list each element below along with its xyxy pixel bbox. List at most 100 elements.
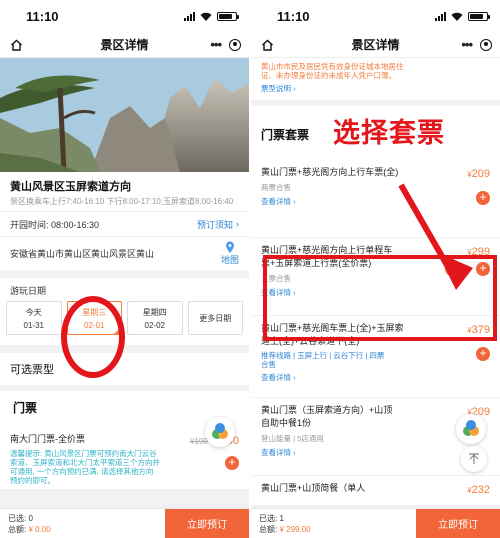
capsule-menu: •••: [210, 37, 241, 52]
package-item[interactable]: 黄山门票+慈光阁车票上(全)+玉屏索道上(全)+云谷索道下(全) 推荐线路 | …: [251, 316, 500, 398]
more-icon[interactable]: •••: [210, 37, 222, 52]
bottom-bar: 已选: 1 总额: ¥ 299.00 立即预订: [251, 508, 500, 538]
ticket-policy-note: 黄山市市民及居民凭有效身份证城本地居住证、未办理身份证的未成年人凭户口簿。 票型…: [251, 58, 500, 100]
package-name: 黄山门票+山顶简餐（单人: [261, 483, 366, 493]
price-value: 209: [471, 168, 490, 180]
order-summary: 已选: 0 总额: ¥ 0.00: [0, 513, 165, 535]
annotation-text: 选择套票: [333, 118, 445, 148]
add-package-button[interactable]: +: [476, 191, 490, 205]
back-to-top-button[interactable]: [461, 446, 487, 472]
add-package-button[interactable]: +: [476, 347, 490, 361]
package-name: 黄山门票+慈光阁方向上行单程车票+玉屏索道上行票(全价票): [261, 245, 393, 268]
service-float-button[interactable]: [456, 414, 486, 444]
map-link[interactable]: 地图: [221, 241, 239, 266]
date-day: 今天: [25, 307, 42, 317]
date-section-label: 游玩日期: [10, 286, 47, 296]
book-now-button[interactable]: 立即预订: [416, 508, 500, 538]
price-value: 379: [471, 324, 490, 336]
package-meta: 登山能量 | 5店通用: [261, 434, 324, 443]
close-mini-program-icon[interactable]: [480, 38, 492, 51]
date-day: 星期四: [142, 307, 167, 317]
price-value: 232: [471, 484, 490, 496]
service-icon: [212, 423, 228, 439]
total-label: 总额:: [8, 524, 27, 534]
mountain-photo: [0, 58, 249, 172]
package-item[interactable]: 黄山门票+慈光阁方向上行车票(全) 两票合售 查看详情 › ¥209 +: [251, 160, 500, 238]
arrow-up-icon: [469, 453, 479, 464]
view-details-link[interactable]: 查看详情 ›: [261, 287, 490, 298]
ticket-name: 南大门门票-全价票: [10, 434, 85, 444]
address: 安徽省黄山市黄山区黄山风景区黄山: [10, 249, 155, 259]
date-value: 02-01: [84, 320, 105, 330]
status-time: 11:10: [277, 8, 310, 24]
add-ticket-button[interactable]: +: [225, 456, 239, 470]
service-icon: [463, 420, 479, 436]
package-name: 黄山门票+慈光阁方向上行车票(全): [261, 167, 399, 177]
package-name: 黄山门票+慈光阁车票上(全)+玉屏索道上(全)+云谷索道下(全): [261, 323, 404, 346]
status-icons: [184, 11, 239, 21]
more-icon[interactable]: •••: [461, 37, 473, 52]
total-amount: ¥ 0.00: [28, 524, 51, 534]
view-details-link[interactable]: 查看详情 ›: [261, 447, 490, 458]
view-details-link[interactable]: 查看详情 ›: [261, 196, 490, 207]
status-bar: 11:10: [251, 0, 500, 32]
more-dates-button[interactable]: 更多日期: [187, 301, 243, 335]
original-price: ¥190: [189, 437, 208, 446]
signal-icon: [184, 11, 195, 21]
hours-description: 景区换乘车上行7:40-16:10 下行8:00-17:10;玉屏索道8:00-…: [10, 197, 234, 206]
package-item[interactable]: 黄山门票+山顶简餐（单人 ¥232: [251, 476, 500, 506]
location-pin-icon: [225, 241, 234, 253]
package-item-selected[interactable]: 黄山门票+慈光阁方向上行单程车票+玉屏索道上行票(全价票) 三票合售 查看详情 …: [251, 238, 500, 316]
open-hours: 开园时间: 08:00-16:30: [10, 219, 100, 230]
address-row: 安徽省黄山市黄山区黄山风景区黄山 地图: [0, 236, 249, 270]
hero-image: [0, 58, 249, 172]
view-details-link[interactable]: 查看详情 ›: [261, 372, 490, 383]
package-price: ¥209: [467, 168, 490, 180]
booking-notice-link[interactable]: 预订须知 ›: [197, 218, 239, 231]
nav-bar: 景区详情 •••: [0, 32, 249, 58]
home-icon[interactable]: [261, 39, 274, 51]
spot-info: 黄山风景区玉屏索道方向 景区换乘车上行7:40-16:10 下行8:00-17:…: [0, 172, 249, 211]
package-price: ¥232: [467, 484, 490, 496]
service-float-button[interactable]: [205, 417, 235, 447]
book-now-button[interactable]: 立即预订: [165, 508, 249, 538]
spot-name: 黄山风景区玉屏索道方向: [10, 181, 131, 193]
policy-text: 黄山市市民及居民凭有效身份证城本地居住证、未办理身份证的未成年人凭户口簿。: [261, 62, 404, 80]
decrease-button[interactable]: −: [444, 262, 459, 276]
ticket-section-head: 门票: [0, 391, 249, 422]
battery-icon: [468, 11, 490, 21]
capsule-menu: •••: [461, 37, 492, 52]
view-details-label: 查看详情: [261, 373, 291, 382]
booking-notice-label: 预订须知: [196, 219, 233, 230]
close-mini-program-icon[interactable]: [229, 38, 241, 51]
package-meta: 推荐线路 | 玉屏上行 | 云谷下行 | 四票合售: [261, 351, 385, 369]
view-details-label: 查看详情: [261, 288, 291, 297]
package-price: ¥379: [467, 324, 490, 336]
wifi-icon: [451, 12, 463, 21]
ticket-types-title: 可选票型: [0, 353, 249, 385]
quantity-value: 1: [464, 264, 470, 274]
date-option-thursday[interactable]: 星期四 02-02: [127, 301, 183, 335]
open-hours-row: 开园时间: 08:00-16:30 预订须知 ›: [0, 211, 249, 236]
view-details-label: 查看详情: [261, 448, 291, 457]
price-value: 299: [471, 246, 490, 258]
package-header: 门票套票 选择套票: [251, 106, 500, 160]
date-picker: 游玩日期 今天 01-31 星期三 02-01 星期四 02-02 更多日期: [0, 278, 249, 345]
right-screen: 11:10 景区详情 ••• 黄山市市民及居民凭有效身份证城本地居住证、未办理身…: [251, 0, 500, 538]
date-value: 02-02: [144, 320, 165, 330]
ticket-notice: 温馨提示: 黄山风景区门票可预约南大门云谷索道、玉屏索道和北大门太平索道三个方向…: [10, 449, 160, 485]
status-icons: [435, 11, 490, 21]
view-details-label: 查看详情: [261, 197, 291, 206]
home-icon[interactable]: [10, 39, 23, 51]
total-label: 总额:: [259, 524, 278, 534]
battery-icon: [217, 11, 239, 21]
bottom-bar: 已选: 0 总额: ¥ 0.00 立即预订: [0, 508, 249, 538]
more-dates-label: 更多日期: [199, 313, 232, 323]
date-option-selected[interactable]: 星期三 02-01: [66, 301, 122, 335]
increase-button[interactable]: +: [476, 262, 490, 276]
order-summary: 已选: 1 总额: ¥ 299.00: [251, 513, 416, 535]
package-meta: 两票合售: [261, 183, 291, 192]
date-option-today[interactable]: 今天 01-31: [6, 301, 62, 335]
ticket-description-link[interactable]: 票型说明 ›: [261, 83, 490, 94]
wifi-icon: [200, 12, 212, 21]
